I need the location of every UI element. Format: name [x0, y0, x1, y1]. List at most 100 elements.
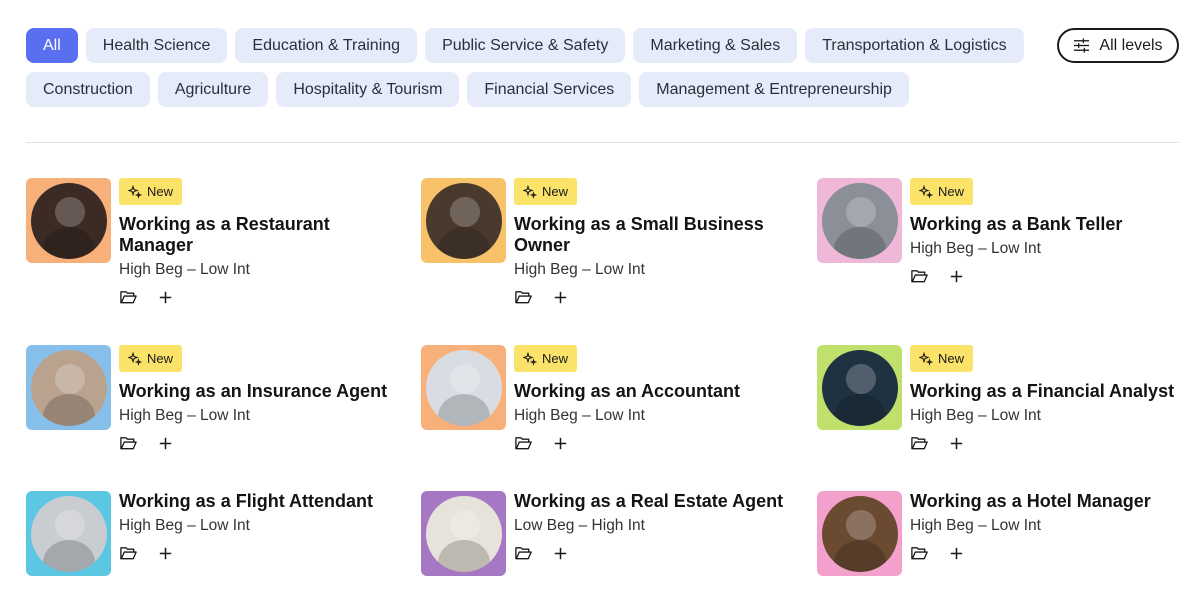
divider: [26, 142, 1179, 143]
filter-chip-transportation-logistics[interactable]: Transportation & Logistics: [805, 28, 1024, 63]
add-course-button[interactable]: [551, 434, 570, 458]
filter-row-2: Construction Agriculture Hospitality & T…: [26, 72, 909, 107]
plus-icon[interactable]: [156, 544, 175, 563]
plus-icon[interactable]: [551, 544, 570, 563]
course-actions: [514, 288, 794, 312]
new-badge-label: New: [938, 351, 965, 366]
course-actions: [910, 434, 1190, 458]
course-actions: [514, 544, 794, 568]
sliders-icon: [1074, 38, 1090, 53]
course-actions: [514, 434, 794, 458]
filter-chip-public-service-safety[interactable]: Public Service & Safety: [425, 28, 626, 63]
all-levels-button[interactable]: All levels: [1057, 28, 1179, 63]
filter-chip-agriculture[interactable]: Agriculture: [157, 72, 269, 107]
course-title[interactable]: Working as an Accountant: [514, 381, 794, 402]
course-actions: [119, 544, 399, 568]
course-title[interactable]: Working as a Bank Teller: [910, 214, 1190, 235]
course-thumbnail[interactable]: [817, 178, 902, 263]
folder-icon[interactable]: [910, 544, 929, 563]
save-to-folder-button[interactable]: [119, 434, 138, 458]
add-course-button[interactable]: [947, 544, 966, 568]
save-to-folder-button[interactable]: [514, 434, 533, 458]
course-info: Working as a Real Estate Agent Low Beg –…: [514, 491, 794, 568]
plus-icon[interactable]: [947, 544, 966, 563]
course-level: High Beg – Low Int: [910, 407, 1041, 424]
add-course-button[interactable]: [156, 434, 175, 458]
folder-icon[interactable]: [119, 544, 138, 563]
new-badge-label: New: [542, 184, 569, 199]
save-to-folder-button[interactable]: [910, 267, 929, 291]
filter-chip-management-entrepreneurship[interactable]: Management & Entrepreneurship: [639, 72, 909, 107]
new-badge: New: [119, 345, 183, 372]
add-course-button[interactable]: [947, 434, 966, 458]
add-course-button[interactable]: [551, 288, 570, 312]
course-info: New Working as an Insurance Agent High B…: [119, 345, 399, 458]
folder-icon[interactable]: [910, 434, 929, 453]
save-to-folder-button[interactable]: [119, 288, 138, 312]
course-level: High Beg – Low Int: [119, 517, 250, 534]
filter-chip-financial-services[interactable]: Financial Services: [467, 72, 632, 107]
course-title[interactable]: Working as a Flight Attendant: [119, 491, 399, 512]
folder-icon[interactable]: [514, 434, 533, 453]
course-info: New Working as a Restaurant Manager High…: [119, 178, 399, 312]
course-level: High Beg – Low Int: [910, 517, 1041, 534]
course-thumbnail[interactable]: [26, 178, 111, 263]
course-info: New Working as an Accountant High Beg – …: [514, 345, 794, 458]
course-title[interactable]: Working as a Hotel Manager: [910, 491, 1190, 512]
folder-icon[interactable]: [514, 288, 533, 307]
folder-icon[interactable]: [119, 434, 138, 453]
save-to-folder-button[interactable]: [910, 544, 929, 568]
filter-chip-marketing-sales[interactable]: Marketing & Sales: [633, 28, 798, 63]
filter-chip-health-science[interactable]: Health Science: [85, 28, 228, 63]
add-course-button[interactable]: [551, 544, 570, 568]
plus-icon[interactable]: [156, 434, 175, 453]
sparkle-icon: [919, 184, 933, 199]
add-course-button[interactable]: [947, 267, 966, 291]
all-levels-label: All levels: [1099, 36, 1163, 54]
course-title[interactable]: Working as a Restaurant Manager: [119, 214, 399, 256]
course-thumbnail[interactable]: [817, 491, 902, 576]
course-title[interactable]: Working as a Real Estate Agent: [514, 491, 794, 512]
course-thumbnail[interactable]: [26, 491, 111, 576]
filter-chip-construction[interactable]: Construction: [26, 72, 150, 107]
course-info: Working as a Hotel Manager High Beg – Lo…: [910, 491, 1190, 568]
course-thumbnail[interactable]: [26, 345, 111, 430]
course-photo: [821, 349, 898, 426]
plus-icon[interactable]: [551, 288, 570, 307]
course-title[interactable]: Working as a Small Business Owner: [514, 214, 794, 256]
folder-icon[interactable]: [119, 288, 138, 307]
course-photo: [425, 182, 502, 259]
filter-chip-all[interactable]: All: [26, 28, 78, 63]
save-to-folder-button[interactable]: [514, 288, 533, 312]
plus-icon[interactable]: [947, 267, 966, 286]
course-title[interactable]: Working as an Insurance Agent: [119, 381, 399, 402]
course-photo: [425, 349, 502, 426]
folder-icon[interactable]: [910, 267, 929, 286]
new-badge: New: [910, 345, 974, 372]
filter-chip-education-training[interactable]: Education & Training: [235, 28, 418, 63]
course-actions: [910, 267, 1190, 291]
plus-icon[interactable]: [156, 288, 175, 307]
course-thumbnail[interactable]: [421, 491, 506, 576]
course-thumbnail[interactable]: [421, 178, 506, 263]
add-course-button[interactable]: [156, 544, 175, 568]
course-title[interactable]: Working as a Financial Analyst: [910, 381, 1190, 402]
save-to-folder-button[interactable]: [119, 544, 138, 568]
folder-icon[interactable]: [514, 544, 533, 563]
course-actions: [910, 544, 1190, 568]
add-course-button[interactable]: [156, 288, 175, 312]
course-thumbnail[interactable]: [421, 345, 506, 430]
new-badge: New: [119, 178, 183, 205]
new-badge-label: New: [542, 351, 569, 366]
course-thumbnail[interactable]: [817, 345, 902, 430]
save-to-folder-button[interactable]: [514, 544, 533, 568]
new-badge-label: New: [147, 351, 174, 366]
plus-icon[interactable]: [551, 434, 570, 453]
course-level: High Beg – Low Int: [910, 240, 1041, 257]
filter-chip-hospitality-tourism[interactable]: Hospitality & Tourism: [276, 72, 460, 107]
course-photo: [30, 495, 107, 572]
save-to-folder-button[interactable]: [910, 434, 929, 458]
course-photo: [425, 495, 502, 572]
new-badge-label: New: [938, 184, 965, 199]
plus-icon[interactable]: [947, 434, 966, 453]
